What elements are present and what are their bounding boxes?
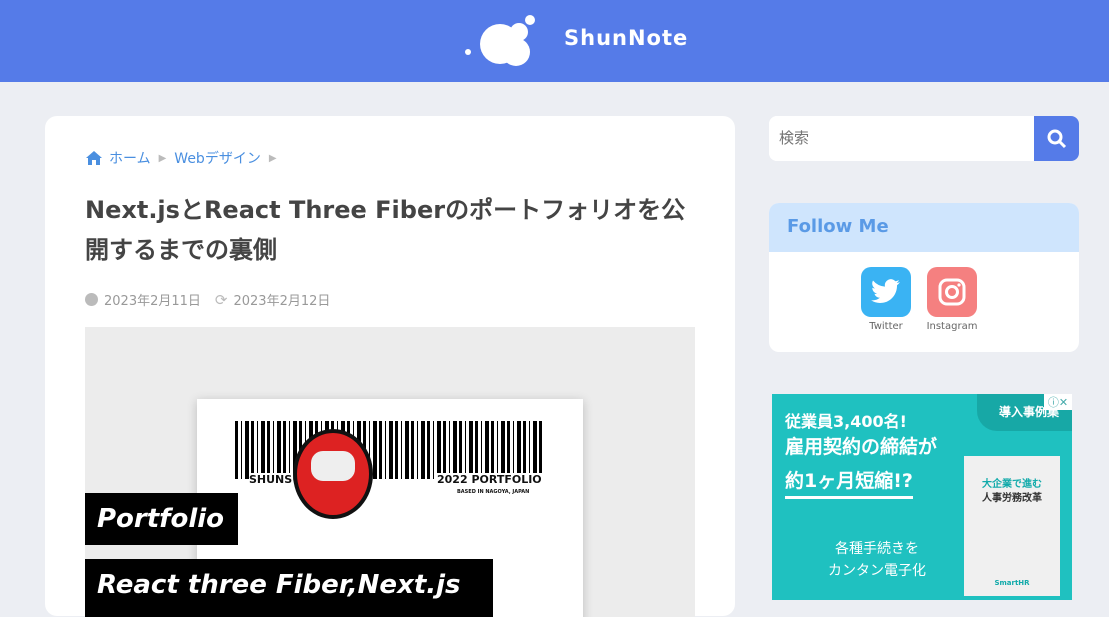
published-date: 2023年2月11日: [104, 294, 201, 309]
daruma-illustration: [293, 429, 373, 519]
search-input[interactable]: [769, 116, 1034, 161]
chevron-right-icon: ▶: [158, 152, 167, 164]
article-card: ホーム ▶ Webデザイン ▶ Next.jsとReact Three Fibe…: [45, 116, 735, 617]
instagram-link[interactable]: Instagram: [917, 267, 987, 332]
updated-date: 2023年2月12日: [233, 294, 331, 309]
ad-close-icon[interactable]: ⓘ✕: [1044, 394, 1072, 410]
twitter-label: Twitter: [869, 321, 903, 332]
ad-book-title2: 人事労務改革: [982, 493, 1042, 504]
ad-book-brand: SmartHR: [994, 579, 1030, 587]
ad-book-title1: 大企業で進む: [982, 479, 1042, 490]
follow-title: Follow Me: [769, 203, 1079, 252]
card-location: BASED IN NAGOYA, JAPAN: [457, 489, 530, 495]
instagram-label: Instagram: [926, 321, 978, 332]
ad-line4: 各種手続きを カンタン電子化: [802, 538, 952, 582]
breadcrumb-category[interactable]: Webデザイン: [174, 148, 261, 168]
ad-line3: 約1ヶ月短縮!?: [785, 466, 913, 499]
search-button[interactable]: [1034, 116, 1079, 161]
tag-portfolio: Portfolio: [85, 493, 239, 545]
breadcrumb: ホーム ▶ Webデザイン ▶: [85, 148, 285, 168]
home-icon: [86, 151, 102, 165]
ad-line4a: 各種手続きを: [835, 541, 919, 557]
twitter-icon: [861, 267, 911, 317]
advertisement-banner[interactable]: 導入事例集 ⓘ✕ 従業員3,400名! 雇用契約の締結が 約1ヶ月短縮!? 各種…: [772, 394, 1072, 600]
card-year: 2022 PORTFOLIO: [437, 473, 542, 486]
ad-book-image: 大企業で進む 人事労務改革 SmartHR: [964, 456, 1060, 596]
site-title[interactable]: ShunNote: [564, 26, 688, 50]
site-logo[interactable]: [462, 12, 542, 72]
search-icon: [1047, 129, 1066, 148]
tag-tech: React three Fiber,Next.js: [85, 559, 493, 617]
twitter-link[interactable]: Twitter: [851, 267, 921, 332]
barcode: [235, 421, 545, 479]
breadcrumb-home[interactable]: ホーム: [109, 148, 151, 168]
chevron-right-icon: ▶: [268, 152, 277, 164]
site-header: ShunNote: [0, 0, 1109, 82]
article-title: Next.jsとReact Three Fiberのポートフォリオを公開するまで…: [85, 196, 686, 264]
ad-line1: 従業員3,400名!: [785, 412, 907, 431]
search-box: [769, 116, 1079, 161]
clock-icon: [85, 293, 98, 306]
instagram-icon: [927, 267, 977, 317]
article-dates: 2023年2月11日 ⟳ 2023年2月12日: [85, 290, 330, 309]
ad-line4b: カンタン電子化: [828, 563, 926, 579]
refresh-icon: ⟳: [214, 290, 228, 309]
hero-image: SHUNSUKE ITO 2022 PORTFOLIO BASED IN NAG…: [85, 327, 695, 617]
follow-me-widget: Follow Me Twitter Instagram: [769, 203, 1079, 352]
ad-line2: 雇用契約の締結が: [785, 436, 938, 458]
